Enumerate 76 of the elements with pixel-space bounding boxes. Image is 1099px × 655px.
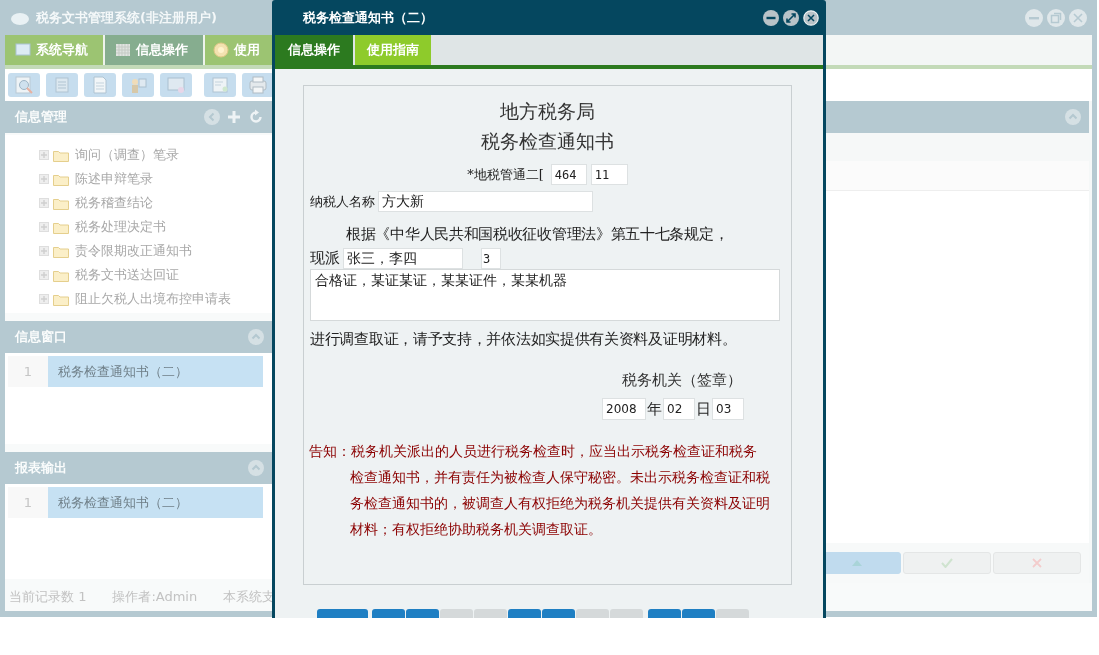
date-unit: 年 (647, 399, 662, 419)
paragraph-text: 根据《中华人民共和国税收征收管理法》第五十七条规定， (345, 225, 730, 244)
tree-item[interactable]: 阻止欠税人出境布控申请表 (75, 290, 231, 308)
notice-text: 告知：税务机关派出的人员进行税务检查时，应当出示税务检查证和税务检查通知书，并有责任为被检查人保守秘密。未出示税务检查证和税务检查通知书的，被调查人有权拒绝为税务机关提供有关资料及证明材料；有权拒绝协助税务机关调查取证。 (310, 442, 770, 539)
nav-tab[interactable]: 系统导航 (5, 35, 105, 65)
tree-item[interactable]: 税务稽查结论 (75, 194, 153, 212)
dialog-tab[interactable]: 使用指南 (355, 35, 431, 65)
expand-box-icon[interactable] (39, 222, 49, 232)
field-label: *地税管通二[ (467, 165, 544, 184)
field-label: 纳税人名称 (310, 192, 375, 211)
expand-box-icon[interactable] (39, 294, 49, 304)
expand-box-icon[interactable] (39, 198, 49, 208)
window-title: 税务文书管理系统(非注册用户) (36, 8, 217, 27)
tree-item[interactable]: 询问（调查）笔录 (75, 146, 179, 164)
document-heading: 税务检查通知书 (480, 129, 615, 154)
date-field[interactable]: 03 (712, 398, 744, 420)
paragraph-text: 进行调查取证，请予支持，并依法如实提供有关资料及证明材料。 (310, 330, 738, 349)
monitor-icon (166, 75, 186, 95)
date-unit: 日 (696, 399, 711, 419)
date-field[interactable]: 2008 (602, 398, 646, 420)
document-icon (90, 75, 110, 95)
expand-box-icon[interactable] (39, 174, 49, 184)
expand-box-icon[interactable] (39, 270, 49, 280)
close-icon (1032, 558, 1042, 568)
folder-icon (53, 268, 69, 282)
panel-title: 信息窗口 (15, 328, 67, 346)
maximize-icon[interactable] (783, 9, 799, 26)
panel-title: 报表输出 (15, 459, 67, 477)
close-icon[interactable] (803, 9, 819, 26)
cancel-button[interactable] (993, 552, 1081, 574)
refresh-icon[interactable] (248, 109, 264, 125)
folder-icon (53, 220, 69, 234)
tab-icon (15, 42, 31, 58)
folder-icon (53, 172, 69, 186)
folder-icon (53, 196, 69, 210)
tree-item[interactable]: 税务文书送达回证 (75, 266, 179, 284)
text-area[interactable]: 合格证，某证某证，某某证件，某某机器 (310, 269, 780, 321)
collapse-icon[interactable] (248, 460, 264, 476)
toolbar-button[interactable] (242, 73, 274, 97)
tree-item[interactable]: 责令限期改正通知书 (75, 242, 192, 260)
tree-item[interactable]: 税务处理决定书 (75, 218, 166, 236)
tree-item[interactable]: 陈述申辩笔录 (75, 170, 153, 188)
document-heading: 地方税务局 (499, 99, 596, 124)
expand-box-icon[interactable] (39, 150, 49, 160)
text-field[interactable]: 464 (550, 164, 587, 185)
signature-label: 税务机关（签章） (621, 371, 743, 390)
dialog-title: 税务检查通知书（二） (303, 8, 433, 27)
back-icon[interactable] (204, 109, 220, 125)
restore-icon[interactable] (1047, 8, 1065, 27)
tab-icon (115, 42, 131, 58)
field-label: 现派 (310, 249, 340, 268)
minimize-icon[interactable] (763, 9, 779, 26)
check-icon (941, 558, 953, 568)
panel-title: 信息管理 (15, 108, 67, 126)
text-field[interactable]: 3 (481, 248, 501, 269)
text-field[interactable]: 方大新 (378, 191, 593, 212)
folder-icon (53, 292, 69, 306)
collapse-icon[interactable] (248, 329, 264, 345)
cloud-icon (10, 10, 30, 25)
collapse-icon[interactable] (1065, 109, 1081, 125)
nav-tab[interactable]: 信息操作 (105, 35, 205, 65)
magnifier-icon (14, 75, 34, 95)
text-field[interactable]: 11 (590, 164, 628, 185)
text-field[interactable]: 张三，李四 (343, 248, 463, 269)
plus-icon[interactable] (226, 109, 242, 125)
list-item[interactable]: 税务检查通知书（二） (48, 356, 263, 387)
expand-box-icon[interactable] (39, 246, 49, 256)
list-item[interactable]: 税务检查通知书（二） (48, 487, 263, 518)
folder-icon (53, 148, 69, 162)
list-icon (52, 75, 72, 95)
tab-icon (213, 42, 229, 58)
folder-icon (53, 244, 69, 258)
date-field[interactable]: 02 (663, 398, 695, 420)
form-icon (210, 75, 230, 95)
dialog-tab[interactable]: 信息操作 (275, 35, 353, 65)
printer-icon (248, 75, 268, 95)
